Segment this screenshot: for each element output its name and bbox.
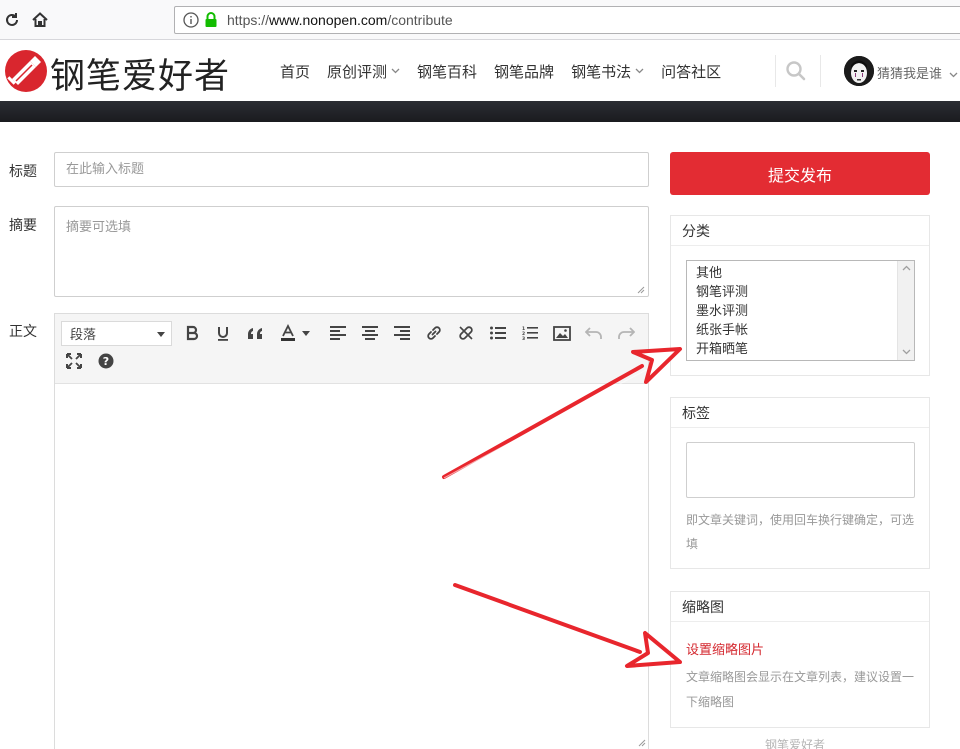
nav-label: 原创评测 [327, 62, 388, 81]
tags-help-text: 即文章关键词，使用回车换行键确定，可选填 [686, 513, 915, 551]
nav-label: 首页 [280, 62, 311, 81]
reload-icon[interactable] [0, 8, 24, 32]
nav-qa[interactable]: 问答社区 [661, 61, 721, 82]
align-center-icon[interactable] [357, 320, 383, 346]
thumbnail-panel: 缩略图 设置缩略图片 文章缩略图会显示在文章列表，建议设置一下缩略图 [670, 591, 930, 728]
unlink-icon[interactable] [453, 320, 479, 346]
title-label: 标题 [9, 164, 37, 180]
site-header: 钢笔爱好者 首页 原创评测 钢笔百科 钢笔品牌 钢笔书法 问答社区 猜猜我是谁 [0, 41, 960, 101]
caret-down-icon[interactable] [299, 320, 313, 346]
tags-panel: 标签 即文章关键词，使用回车换行键确定，可选填 [670, 397, 930, 569]
hero-band [0, 101, 960, 122]
title-input[interactable] [54, 152, 649, 187]
resize-grip-icon[interactable] [638, 739, 646, 747]
info-icon[interactable] [183, 12, 199, 32]
caret-down-icon [157, 332, 165, 337]
logo-icon[interactable] [4, 49, 48, 93]
nav-home[interactable]: 首页 [280, 61, 310, 82]
thumbnail-help-text: 文章缩略图会显示在文章列表，建议设置一下缩略图 [686, 670, 915, 709]
header-divider [820, 55, 821, 87]
page-root: https://www.nonopen.com/contribute 钢笔爱好者… [0, 0, 960, 749]
category-panel: 分类 其他 钢笔评测 墨水评测 纸张手帐 开箱晒笔 [670, 215, 930, 376]
nav-label: 问答社区 [661, 62, 722, 81]
bold-icon[interactable] [179, 320, 205, 346]
search-icon[interactable] [785, 60, 807, 82]
category-listbox[interactable]: 其他 钢笔评测 墨水评测 纸张手帐 开箱晒笔 [686, 260, 915, 361]
user-name: 猜猜我是谁 [877, 67, 943, 82]
category-heading: 分类 [671, 216, 929, 246]
nav-label: 钢笔品牌 [494, 62, 555, 81]
underline-icon[interactable] [210, 320, 236, 346]
home-icon[interactable] [28, 8, 52, 32]
thumbnail-heading: 缩略图 [671, 592, 929, 622]
body-label: 正文 [9, 324, 37, 340]
user-menu[interactable]: 猜猜我是谁 [877, 63, 958, 82]
chevron-down-icon [635, 68, 644, 74]
svg-text:?: ? [103, 355, 109, 368]
category-option[interactable]: 钢笔评测 [687, 283, 914, 302]
watermark: 钢笔爱好者 [765, 738, 826, 749]
editor-content-area[interactable] [55, 385, 648, 749]
nav-label: 钢笔书法 [571, 62, 632, 81]
rich-text-editor: 段落 1 2 3 ? [54, 313, 649, 749]
text-color-icon[interactable] [275, 320, 301, 346]
summary-label: 摘要 [9, 218, 37, 234]
svg-text:3: 3 [522, 336, 525, 340]
nav-encyclopedia[interactable]: 钢笔百科 [417, 61, 477, 82]
nav-brands[interactable]: 钢笔品牌 [494, 61, 554, 82]
redo-icon[interactable] [613, 320, 639, 346]
fullscreen-icon[interactable] [61, 348, 87, 374]
header-divider [775, 55, 776, 87]
category-option[interactable]: 墨水评测 [687, 302, 914, 321]
avatar[interactable] [844, 56, 874, 86]
format-select[interactable]: 段落 [61, 321, 172, 346]
category-option[interactable]: 开箱晒笔 [687, 340, 914, 359]
numbered-list-icon[interactable]: 123 [517, 320, 543, 346]
tags-input[interactable] [686, 442, 915, 498]
image-icon[interactable] [549, 320, 575, 346]
chevron-down-icon [949, 72, 958, 77]
browser-toolbar: https://www.nonopen.com/contribute [0, 0, 960, 40]
url-text: https://www.nonopen.com/contribute [227, 12, 453, 28]
help-icon[interactable]: ? [93, 348, 119, 374]
category-option[interactable]: 其他 [687, 264, 914, 283]
submit-publish-button[interactable]: 提交发布 [670, 152, 930, 195]
nav-calligraphy[interactable]: 钢笔书法 [571, 61, 644, 82]
category-scrollbar[interactable] [897, 261, 914, 360]
main-nav: 首页 原创评测 钢笔百科 钢笔品牌 钢笔书法 问答社区 [280, 41, 738, 101]
nav-label: 钢笔百科 [417, 62, 478, 81]
nav-reviews[interactable]: 原创评测 [327, 61, 400, 82]
summary-input[interactable] [54, 206, 649, 297]
url-bar[interactable]: https://www.nonopen.com/contribute [174, 6, 960, 34]
bullet-list-icon[interactable] [485, 320, 511, 346]
editor-toolbar: 段落 1 2 3 ? [55, 314, 648, 384]
category-option[interactable]: 纸张手帐 [687, 321, 914, 340]
set-thumbnail-link[interactable]: 设置缩略图片 [686, 639, 764, 658]
format-select-value: 段落 [70, 328, 97, 343]
scroll-down-icon[interactable] [902, 349, 911, 355]
resize-grip-icon[interactable] [637, 286, 645, 294]
align-right-icon[interactable] [389, 320, 415, 346]
link-icon[interactable] [421, 320, 447, 346]
logo-text[interactable]: 钢笔爱好者 [50, 48, 230, 99]
undo-icon[interactable] [581, 320, 607, 346]
chevron-down-icon [391, 68, 400, 74]
scroll-up-icon[interactable] [902, 265, 911, 271]
align-left-icon[interactable] [325, 320, 351, 346]
blockquote-icon[interactable] [243, 320, 269, 346]
lock-icon [203, 11, 219, 33]
tags-heading: 标签 [671, 398, 929, 428]
